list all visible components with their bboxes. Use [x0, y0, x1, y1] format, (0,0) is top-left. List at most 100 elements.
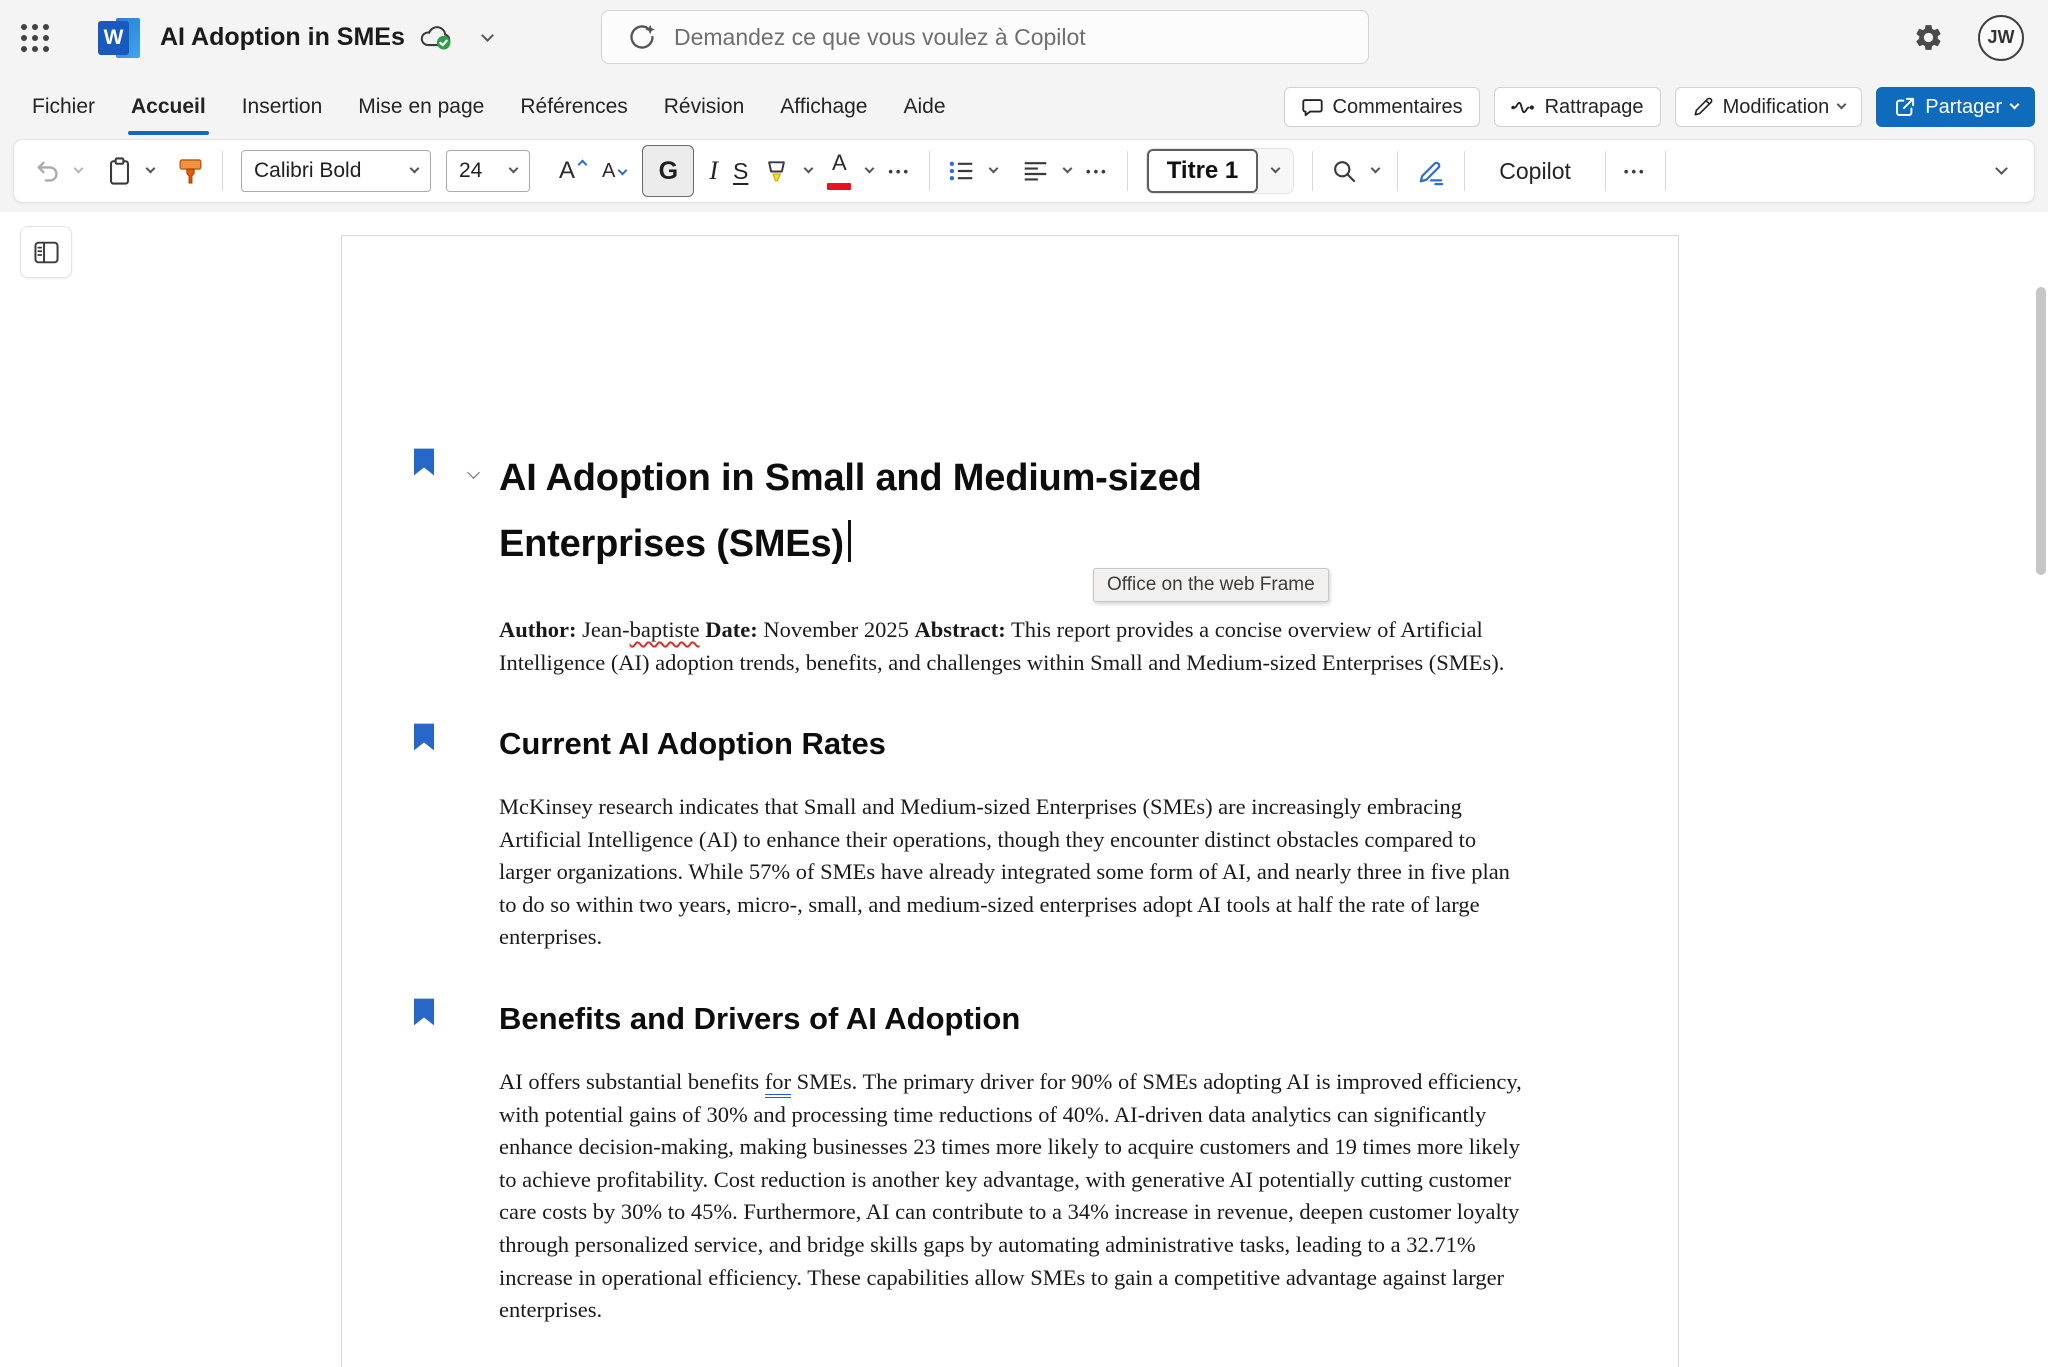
scrollbar-track[interactable] — [2036, 272, 2046, 1362]
divider — [1605, 151, 1606, 191]
copilot-search-input[interactable] — [674, 24, 1368, 51]
doc-paragraph[interactable]: McKinsey research indicates that Small a… — [499, 791, 1524, 954]
bullet-list-icon — [948, 159, 975, 183]
scrollbar-thumb[interactable] — [2036, 287, 2046, 575]
catch-up-button[interactable]: Rattrapage — [1494, 87, 1661, 127]
chevron-down-icon — [1995, 162, 2008, 175]
highlight-menu-chevron[interactable] — [805, 170, 812, 172]
menu-accueil[interactable]: Accueil — [113, 75, 224, 139]
app-launcher-button[interactable] — [12, 15, 58, 61]
ribbon-copilot-button[interactable]: Copilot — [1483, 158, 1587, 185]
navigation-pane-toggle[interactable] — [20, 226, 72, 278]
italic-button[interactable]: I — [709, 156, 718, 186]
frame-tooltip: Office on the web Frame — [1093, 568, 1329, 602]
menu-fichier[interactable]: Fichier — [14, 75, 113, 139]
menu-references[interactable]: Références — [502, 75, 645, 139]
editor-button[interactable] — [1416, 156, 1446, 186]
document-page[interactable]: AI Adoption in Small and Medium-sized En… — [341, 235, 1679, 1367]
paste-button[interactable] — [107, 157, 132, 186]
font-color-button[interactable]: A — [827, 152, 851, 190]
font-color-swatch — [827, 183, 851, 190]
highlight-button[interactable] — [763, 158, 790, 185]
bold-button[interactable]: G — [642, 145, 694, 197]
more-font-options-button[interactable]: ••• — [888, 164, 911, 179]
highlighter-icon — [763, 158, 790, 185]
shrink-font-button[interactable]: A — [602, 161, 615, 181]
gear-icon — [1913, 22, 1944, 53]
divider — [1665, 151, 1666, 191]
menu-action-buttons: Commentaires Rattrapage Modification Par… — [1284, 87, 2035, 127]
bookmark-icon — [414, 997, 434, 1027]
divider — [1464, 151, 1465, 191]
text-cursor — [848, 520, 851, 562]
ribbon-overflow-button[interactable]: ••• — [1624, 164, 1647, 179]
undo-icon — [34, 159, 60, 183]
align-menu-chevron[interactable] — [1064, 170, 1071, 172]
chevron-down-icon — [1837, 100, 1847, 110]
bookmark-icon — [414, 722, 434, 752]
comment-icon — [1301, 96, 1324, 119]
comments-button[interactable]: Commentaires — [1284, 87, 1480, 127]
search-icon — [1331, 158, 1357, 184]
find-button[interactable] — [1331, 158, 1357, 184]
grow-font-button[interactable]: A — [559, 159, 575, 183]
list-menu-chevron[interactable] — [990, 170, 997, 172]
font-size-select[interactable]: 24 — [446, 150, 530, 192]
saved-to-cloud-icon[interactable] — [419, 24, 453, 51]
editing-mode-button[interactable]: Modification — [1675, 87, 1863, 127]
chevron-down-icon — [1271, 164, 1281, 174]
account-avatar[interactable]: JW — [1978, 15, 2024, 61]
chevron-down-icon — [1371, 164, 1381, 174]
doc-paragraph[interactable]: AI offers substantial benefits for SMEs.… — [499, 1066, 1524, 1327]
format-painter-button[interactable] — [177, 157, 204, 186]
collapse-ribbon-button[interactable] — [1997, 169, 2006, 173]
align-button[interactable] — [1022, 159, 1049, 183]
divider — [222, 151, 223, 191]
divider — [929, 151, 930, 191]
find-menu-chevron[interactable] — [1372, 170, 1379, 172]
more-paragraph-options-button[interactable]: ••• — [1086, 164, 1109, 179]
chevron-down-icon — [989, 164, 999, 174]
divider — [1312, 151, 1313, 191]
chevron-down-icon — [1063, 164, 1073, 174]
underline-button[interactable]: S — [733, 158, 748, 185]
title-dropdown-chevron-icon[interactable] — [481, 29, 494, 42]
style-picker[interactable]: Titre 1 — [1146, 148, 1295, 194]
font-color-menu-chevron[interactable] — [866, 170, 873, 172]
document-title-text[interactable]: AI Adoption in SMEs — [160, 23, 405, 52]
menu-insertion[interactable]: Insertion — [224, 75, 341, 139]
doc-section-heading[interactable]: Benefits and Drivers of AI Adoption — [499, 999, 1522, 1039]
menu-mise-en-page[interactable]: Mise en page — [340, 75, 502, 139]
menu-affichage[interactable]: Affichage — [762, 75, 885, 139]
doc-section-heading-block: Current AI Adoption Rates — [499, 724, 1522, 764]
divider — [1127, 151, 1128, 191]
ribbon-toolbar: Calibri Bold 24 A A G I S A ••• — [13, 139, 2035, 203]
chevron-down-icon — [410, 164, 420, 174]
doc-meta-paragraph[interactable]: Author: Jean-baptiste Date: November 202… — [499, 613, 1524, 679]
copilot-search[interactable] — [601, 10, 1369, 64]
doc-title-block: AI Adoption in Small and Medium-sized En… — [499, 445, 1399, 577]
grammar-marked-word: for — [765, 1069, 791, 1098]
undo-button[interactable] — [34, 159, 60, 183]
bullet-list-button[interactable] — [948, 159, 975, 183]
chevron-down-icon — [2010, 100, 2020, 110]
menu-aide[interactable]: Aide — [885, 75, 963, 139]
settings-button[interactable] — [1906, 16, 1950, 60]
word-app-icon[interactable]: W — [98, 17, 140, 59]
undo-menu-chevron[interactable] — [75, 170, 82, 172]
chevron-down-icon — [74, 164, 84, 174]
activity-pulse-icon — [1511, 100, 1536, 115]
bookmark-icon — [414, 447, 434, 477]
current-style-box[interactable]: Titre 1 — [1147, 149, 1259, 193]
app-header: W AI Adoption in SMEs JW — [0, 0, 2048, 75]
doc-section-heading[interactable]: Current AI Adoption Rates — [499, 724, 1522, 764]
font-name-select[interactable]: Calibri Bold — [241, 150, 431, 192]
pencil-icon — [1692, 96, 1714, 118]
collapse-heading-chevron[interactable] — [467, 466, 480, 479]
share-button[interactable]: Partager — [1876, 87, 2035, 127]
menu-revision[interactable]: Révision — [646, 75, 763, 139]
editor-pen-icon — [1416, 156, 1446, 186]
doc-section-heading-block: Benefits and Drivers of AI Adoption — [499, 999, 1522, 1039]
paste-menu-chevron[interactable] — [147, 170, 154, 172]
doc-title-heading[interactable]: AI Adoption in Small and Medium-sized En… — [499, 445, 1399, 577]
